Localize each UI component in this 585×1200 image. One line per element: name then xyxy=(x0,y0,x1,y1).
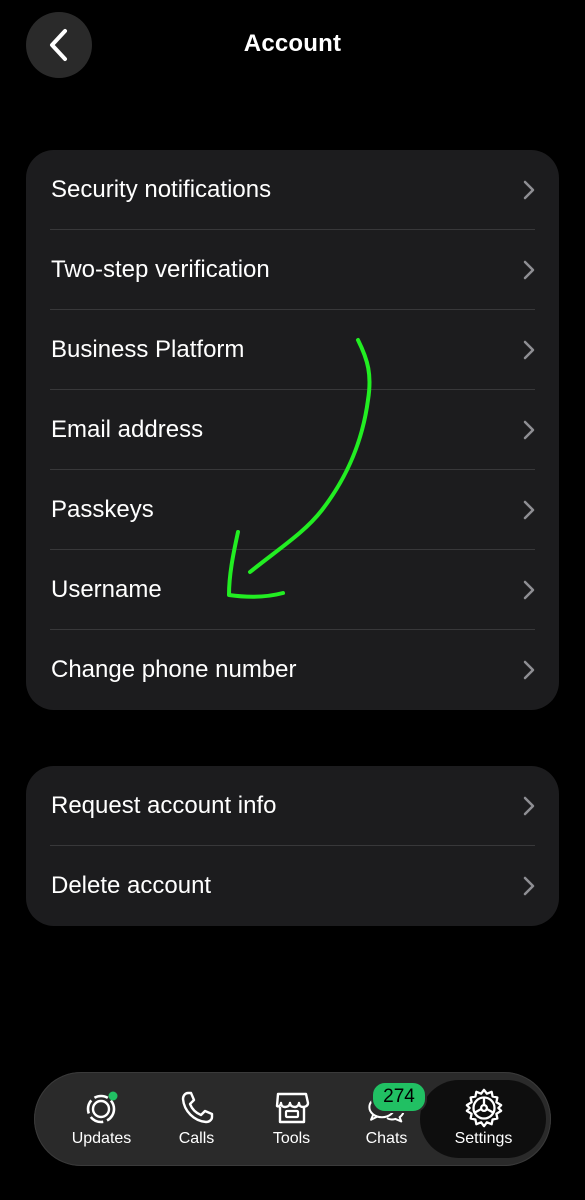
tab-settings[interactable]: Settings xyxy=(436,1072,531,1166)
tab-label: Settings xyxy=(454,1130,513,1147)
row-label: Business Platform xyxy=(51,336,245,363)
settings-row-two-step-verification[interactable]: Two-step verification xyxy=(26,230,559,310)
row-label: Security notifications xyxy=(51,176,272,203)
chats-unread-badge: 274 xyxy=(371,1081,427,1113)
settings-row-passkeys[interactable]: Passkeys xyxy=(26,470,559,550)
phone-icon xyxy=(176,1088,218,1128)
chevron-right-icon xyxy=(523,420,535,440)
header: Account xyxy=(0,0,585,95)
row-label: Two-step verification xyxy=(51,256,270,283)
chevron-right-icon xyxy=(523,340,535,360)
settings-row-request-account-info[interactable]: Request account info xyxy=(26,766,559,846)
tab-bar: Updates Calls Tools Chats Settings xyxy=(34,1072,551,1166)
settings-row-security-notifications[interactable]: Security notifications xyxy=(26,150,559,230)
tab-label: Calls xyxy=(178,1130,215,1147)
account-settings-group: Security notifications Two-step verifica… xyxy=(26,150,559,710)
row-label: Email address xyxy=(51,416,204,443)
storefront-icon xyxy=(271,1088,313,1128)
chevron-right-icon xyxy=(523,580,535,600)
chevron-right-icon xyxy=(523,260,535,280)
row-label: Delete account xyxy=(51,872,212,899)
row-label: Username xyxy=(51,576,162,603)
tab-label: Chats xyxy=(365,1130,408,1147)
account-data-group: Request account info Delete account xyxy=(26,766,559,926)
page-title: Account xyxy=(243,30,342,57)
chevron-right-icon xyxy=(523,180,535,200)
tab-label: Updates xyxy=(71,1130,132,1147)
tab-calls[interactable]: Calls xyxy=(149,1072,244,1166)
settings-row-business-platform[interactable]: Business Platform xyxy=(26,310,559,390)
tab-tools[interactable]: Tools xyxy=(244,1072,339,1166)
chevron-right-icon xyxy=(523,796,535,816)
gear-icon xyxy=(463,1088,505,1128)
settings-row-email-address[interactable]: Email address xyxy=(26,390,559,470)
row-label: Request account info xyxy=(51,792,277,819)
tab-label: Tools xyxy=(272,1130,311,1147)
row-label: Change phone number xyxy=(51,656,297,683)
updates-icon xyxy=(81,1088,123,1128)
tab-updates[interactable]: Updates xyxy=(54,1072,149,1166)
chevron-right-icon xyxy=(523,660,535,680)
settings-row-username[interactable]: Username xyxy=(26,550,559,630)
row-label: Passkeys xyxy=(51,496,154,523)
settings-row-delete-account[interactable]: Delete account xyxy=(26,846,559,926)
chevron-right-icon xyxy=(523,876,535,896)
chevron-right-icon xyxy=(523,500,535,520)
settings-row-change-phone-number[interactable]: Change phone number xyxy=(26,630,559,710)
